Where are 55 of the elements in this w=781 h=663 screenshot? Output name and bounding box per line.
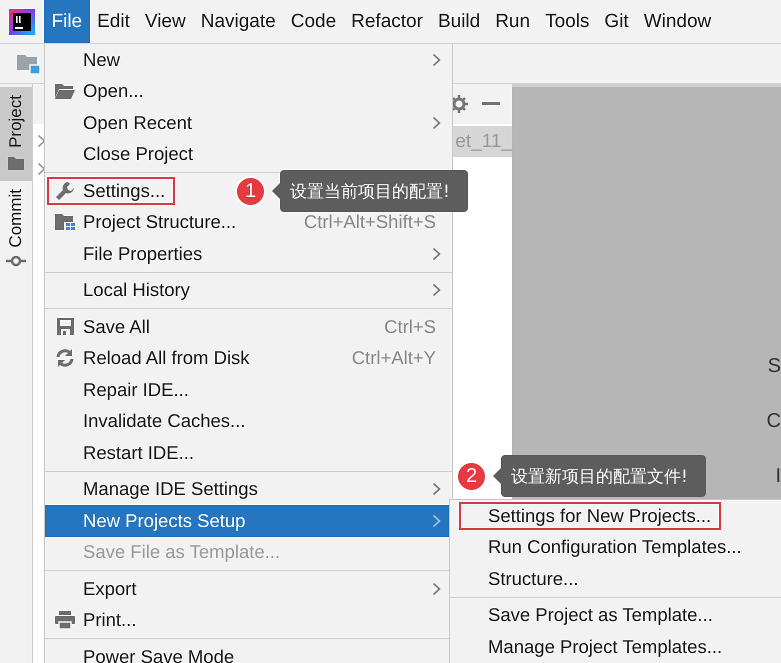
tool-window-tab[interactable]: Project xyxy=(0,87,32,181)
menu-item[interactable]: File Properties xyxy=(45,238,452,270)
commit-icon xyxy=(6,255,26,268)
folder-icon[interactable] xyxy=(16,52,41,74)
folder-icon xyxy=(54,82,76,100)
reload-icon xyxy=(55,348,75,368)
menu-bar-item[interactable]: Edit xyxy=(90,0,138,43)
menu-item[interactable]: Repair IDE... xyxy=(45,374,201,406)
gear-icon[interactable] xyxy=(450,95,468,113)
chevron-icon xyxy=(37,162,46,176)
menu-item[interactable]: Structure... xyxy=(450,563,590,594)
menu-bar-item[interactable]: Run xyxy=(488,0,538,43)
minimize-icon[interactable] xyxy=(482,102,500,106)
menu-item[interactable]: Export xyxy=(45,573,452,604)
menu-item[interactable]: Reload All from Disk Ctrl+Alt+Y xyxy=(45,342,452,374)
editor-text: C xyxy=(766,410,781,433)
menu-item[interactable]: Restart IDE... xyxy=(45,437,206,468)
menu-item[interactable]: Local History xyxy=(45,274,452,306)
menu-item[interactable]: Print... xyxy=(45,604,148,636)
menu-item[interactable]: Open... xyxy=(45,76,156,107)
menu-bar-item[interactable]: Git xyxy=(596,0,636,43)
menu-item[interactable]: Settings... xyxy=(45,175,178,206)
chevron-icon xyxy=(37,134,46,148)
menu-item[interactable]: New xyxy=(45,44,452,76)
menu-item[interactable]: Close Project xyxy=(45,138,206,170)
menu-item[interactable]: Manage Project Templates... xyxy=(450,631,734,662)
shortcut-text: Ctrl+Alt+Y xyxy=(352,347,436,370)
shortcut-text: Ctrl+Alt+Shift+S xyxy=(304,211,436,234)
tooltip: 设置新项目的配置文件! xyxy=(493,455,706,497)
menu-bar-item[interactable]: Navigate xyxy=(193,0,284,43)
shortcut-text: Ctrl+S xyxy=(384,316,436,338)
wrench-icon xyxy=(55,180,75,201)
menu-item[interactable]: Run Configuration Templates... xyxy=(450,532,754,563)
folder-grid-icon xyxy=(54,213,76,232)
printer-icon xyxy=(54,610,76,630)
menu-bar-item[interactable]: File xyxy=(44,0,90,43)
menu-bar-item[interactable]: Tools xyxy=(538,0,597,43)
menu-bar-item[interactable]: Code xyxy=(283,0,344,43)
menu-bar-item[interactable]: Build xyxy=(430,0,488,43)
menu-bar-item[interactable]: Window xyxy=(636,0,719,43)
editor-text: I xyxy=(775,465,781,488)
menu-item[interactable]: Save All Ctrl+S xyxy=(45,311,452,342)
menu-item[interactable]: Open Recent xyxy=(45,107,452,138)
menu-item[interactable]: Invalidate Caches... xyxy=(45,406,258,437)
folder-icon xyxy=(7,156,25,171)
tool-window-tab[interactable]: Commit xyxy=(0,180,32,278)
menu-item[interactable]: Save Project as Template... xyxy=(450,600,725,631)
menu-item[interactable]: Settings for New Projects... xyxy=(450,500,724,532)
app-logo-icon[interactable] xyxy=(9,8,35,34)
editor-text: S xyxy=(768,355,781,378)
menu-item[interactable]: New Projects Setup xyxy=(45,505,452,536)
menu-item[interactable]: Manage IDE Settings xyxy=(45,474,452,505)
menu-item[interactable]: Power Save Mode xyxy=(45,641,246,663)
menu-bar-item[interactable]: Refactor xyxy=(344,0,430,43)
menu-bar-item[interactable]: View xyxy=(137,0,194,43)
